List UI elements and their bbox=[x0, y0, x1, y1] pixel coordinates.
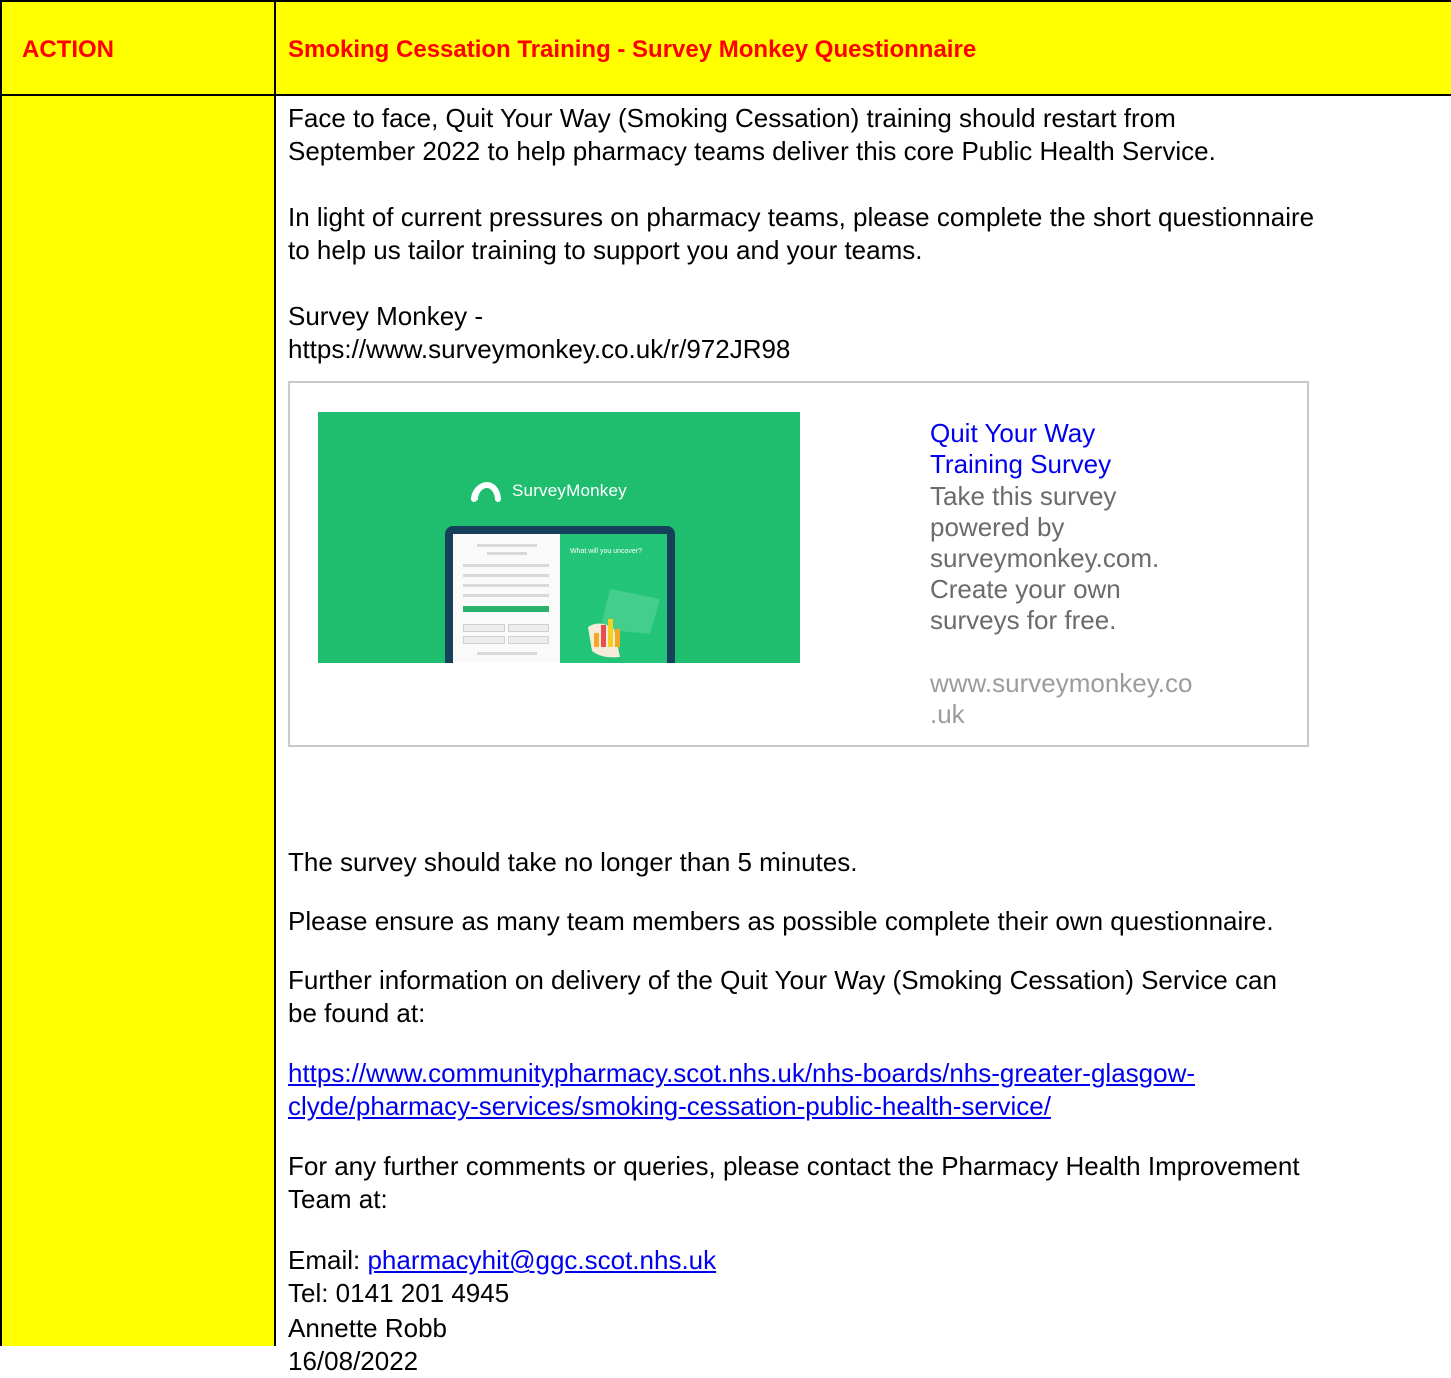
surveymonkey-brand: SurveyMonkey bbox=[512, 481, 627, 500]
tagline-panel-illustration: What will you uncover? bbox=[560, 534, 667, 663]
email-label: Email: bbox=[288, 1245, 368, 1275]
survey-link-block: Survey Monkey - https://www.surveymonkey… bbox=[288, 300, 790, 366]
table-border-top bbox=[0, 0, 1451, 2]
tel-line: Tel: 0141 201 4945 bbox=[288, 1278, 510, 1308]
comments-paragraph: For any further comments or queries, ple… bbox=[288, 1151, 1300, 1214]
signature-block: Annette Robb 16/08/2022 bbox=[288, 1312, 447, 1378]
table-border-left bbox=[0, 0, 2, 1346]
further-info-paragraph: Further information on delivery of the Q… bbox=[288, 965, 1277, 1028]
duration-text: The survey should take no longer than 5 … bbox=[288, 847, 858, 877]
column-divider bbox=[274, 0, 276, 1346]
pressures-paragraph: In light of current pressures on pharmac… bbox=[288, 202, 1315, 265]
email-line: Email: pharmacyhit@ggc.scot.nhs.uk bbox=[288, 1244, 716, 1277]
surveymonkey-tagline: What will you uncover? bbox=[570, 548, 642, 555]
community-pharmacy-link[interactable]: https://www.communitypharmacy.scot.nhs.u… bbox=[288, 1057, 1195, 1123]
survey-preview-image[interactable]: SurveyMonkey What will you uncover? bbox=[318, 412, 800, 663]
email-link[interactable]: pharmacyhit@ggc.scot.nhs.uk bbox=[367, 1245, 716, 1275]
preview-title-link[interactable]: Quit Your Way Training Survey bbox=[930, 418, 1111, 480]
preview-domain: www.surveymonkey.co .uk bbox=[930, 668, 1193, 729]
signup-form-illustration bbox=[453, 534, 560, 663]
survey-url[interactable]: https://www.surveymonkey.co.uk/r/972JR98 bbox=[288, 333, 790, 366]
intro-paragraph: Face to face, Quit Your Way (Smoking Ces… bbox=[288, 103, 1216, 166]
header-divider bbox=[0, 94, 1451, 96]
surveymonkey-logo: SurveyMonkey bbox=[468, 480, 627, 502]
ensure-text: Please ensure as many team members as po… bbox=[288, 906, 1274, 936]
action-column-cell bbox=[2, 96, 274, 1346]
surveymonkey-logo-icon bbox=[471, 482, 501, 502]
action-label: ACTION bbox=[22, 36, 114, 63]
preview-description: Take this survey powered by surveymonkey… bbox=[930, 481, 1160, 635]
page-title: Smoking Cessation Training - Survey Monk… bbox=[288, 36, 977, 63]
laptop-illustration: What will you uncover? bbox=[445, 526, 675, 663]
signature-date: 16/08/2022 bbox=[288, 1346, 419, 1376]
chart-illustration-icon bbox=[588, 589, 660, 658]
contact-block: Email: pharmacyhit@ggc.scot.nhs.uk Tel: … bbox=[288, 1244, 716, 1310]
signature-name: Annette Robb bbox=[288, 1313, 448, 1343]
survey-label: Survey Monkey - bbox=[288, 301, 484, 331]
